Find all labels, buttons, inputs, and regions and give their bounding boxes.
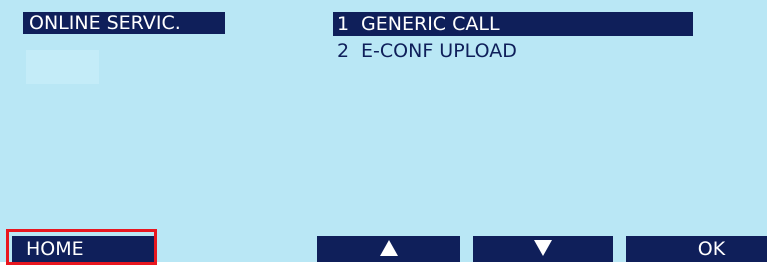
phone-display-screen: ONLINE SERVIC. 1 GENERIC CALL 2 E-CONF U… xyxy=(0,0,767,262)
menu-item-label: GENERIC CALL xyxy=(361,13,500,35)
service-menu: 1 GENERIC CALL 2 E-CONF UPLOAD xyxy=(333,12,693,66)
menu-item-number: 1 xyxy=(337,13,350,35)
up-triangle-icon xyxy=(379,240,398,256)
down-triangle-icon xyxy=(534,240,552,256)
home-button-label: HOME xyxy=(26,238,84,260)
ok-button-label: OK xyxy=(697,238,726,260)
menu-item-label: E-CONF UPLOAD xyxy=(361,40,517,62)
scroll-up-button[interactable] xyxy=(317,236,460,262)
empty-field xyxy=(26,50,99,84)
menu-item-generic-call[interactable]: 1 GENERIC CALL xyxy=(333,12,693,36)
home-button[interactable]: HOME xyxy=(12,236,155,262)
menu-item-number: 2 xyxy=(337,40,350,62)
ok-button[interactable]: OK xyxy=(626,236,767,262)
scroll-down-button[interactable] xyxy=(473,236,613,262)
screen-title: ONLINE SERVIC. xyxy=(23,12,225,34)
menu-item-e-conf-upload[interactable]: 2 E-CONF UPLOAD xyxy=(333,39,693,63)
softkey-bar: HOME OK xyxy=(0,236,767,262)
